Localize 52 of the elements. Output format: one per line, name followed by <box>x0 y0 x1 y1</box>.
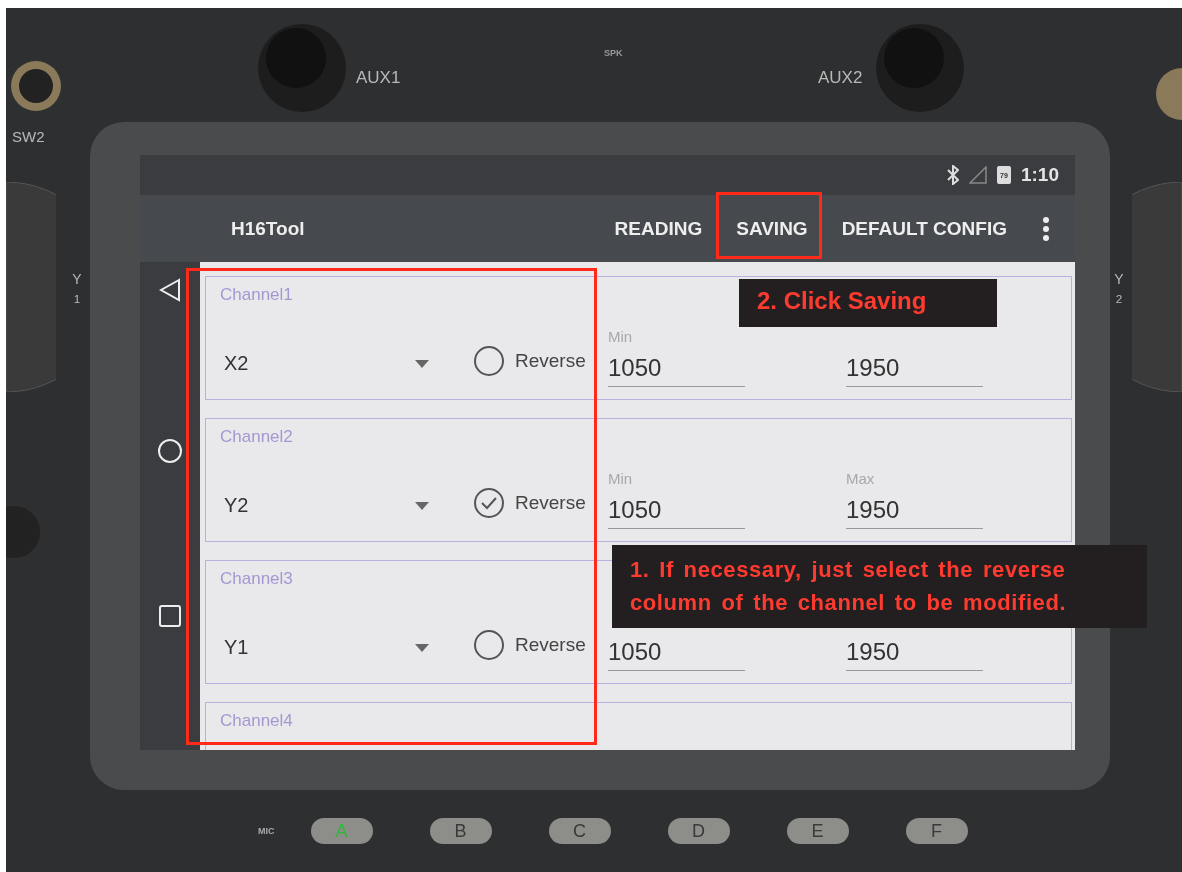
reverse-label: Reverse <box>515 492 586 514</box>
reverse-label: Reverse <box>515 350 586 372</box>
back-icon <box>159 278 181 302</box>
toolbar-action[interactable]: DEFAULT CONFIG <box>829 209 1019 248</box>
clock-time: 1:10 <box>1020 164 1059 186</box>
input-dropdown[interactable]: Y1 <box>224 636 429 659</box>
min-label: Min <box>608 470 634 489</box>
min-input[interactable]: 1050 <box>608 632 745 671</box>
reverse-label: Reverse <box>515 634 586 656</box>
channel-title: Channel2 <box>220 427 293 447</box>
bluetooth-icon <box>946 165 959 185</box>
radio-icon[interactable] <box>473 345 505 377</box>
channel-title: Channel4 <box>220 711 293 731</box>
caret-icon <box>415 643 429 652</box>
max-input[interactable]: 1950 <box>846 348 983 387</box>
toolbar-action[interactable]: SAVING <box>724 209 820 248</box>
speaker-label: SPK <box>604 48 623 58</box>
caret-icon <box>415 359 429 368</box>
channel-title: Channel1 <box>220 285 293 305</box>
min-input[interactable]: 1050 <box>608 490 745 529</box>
max-input[interactable]: 1950 <box>846 632 983 671</box>
input-dropdown[interactable]: Y2 <box>224 494 429 517</box>
home-icon <box>157 438 183 464</box>
back-button[interactable] <box>159 278 181 302</box>
recents-button[interactable] <box>158 604 182 628</box>
knob-label: AUX2 <box>818 68 863 88</box>
knob-label: AUX1 <box>356 68 401 88</box>
input-dropdown[interactable]: X2 <box>224 352 429 375</box>
reverse-radio[interactable]: Reverse <box>473 345 588 377</box>
reverse-radio[interactable]: Reverse <box>473 487 588 519</box>
checked-radio-icon[interactable] <box>473 487 505 519</box>
app-title: H16Tool <box>231 217 306 240</box>
home-button[interactable] <box>157 438 183 464</box>
reverse-radio[interactable]: Reverse <box>473 629 588 661</box>
signal-icon <box>968 166 987 184</box>
more-menu-icon[interactable] <box>1043 216 1049 241</box>
jack-icon <box>10 58 62 114</box>
caret-icon <box>415 501 429 510</box>
hardware-button[interactable]: C <box>548 818 611 844</box>
min-input[interactable]: 1050 <box>608 348 745 387</box>
max-label: Max <box>846 470 876 489</box>
radio-icon[interactable] <box>473 629 505 661</box>
annotation-callout: 1. If necessary, just select the reverse column of the channel to be modified. <box>612 545 1147 628</box>
recents-icon <box>158 604 182 628</box>
toolbar-action[interactable]: READING <box>602 209 715 248</box>
switch-label: SW2 <box>12 128 45 145</box>
annotation-callout: 2. Click Saving <box>739 279 997 327</box>
jack-icon <box>1154 66 1182 122</box>
mic-label: MIC <box>258 826 275 836</box>
min-label: Min <box>608 328 634 347</box>
max-input[interactable]: 1950 <box>846 490 983 529</box>
channel-title: Channel3 <box>220 569 293 589</box>
